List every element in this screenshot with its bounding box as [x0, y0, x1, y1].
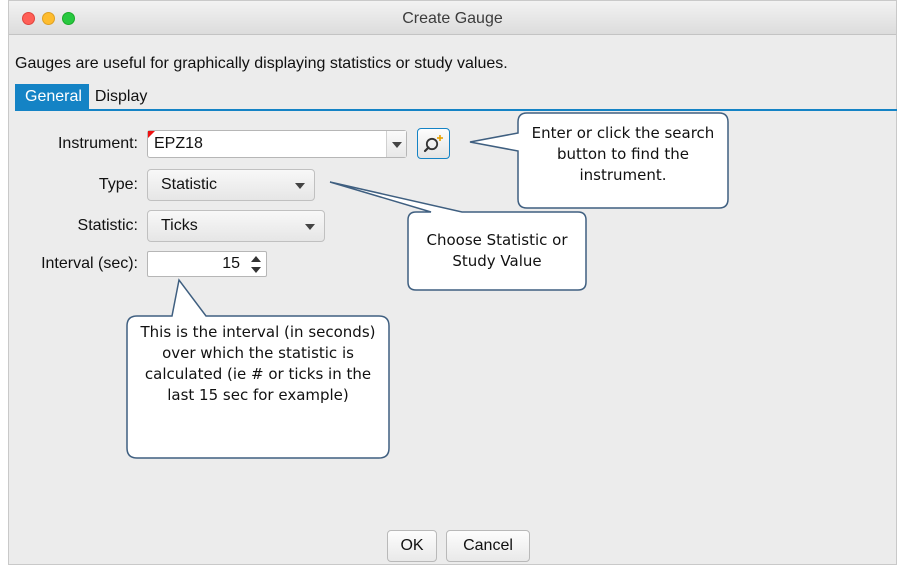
ok-button[interactable]: OK — [387, 530, 437, 562]
interval-callout-text: This is the interval (in seconds) over w… — [140, 323, 376, 404]
search-callout-text: Enter or click the search button to find… — [531, 124, 715, 184]
cancel-button[interactable]: Cancel — [446, 530, 530, 562]
callout-shapes — [126, 112, 729, 459]
type-callout-text: Choose Statistic or Study Value — [426, 231, 568, 270]
